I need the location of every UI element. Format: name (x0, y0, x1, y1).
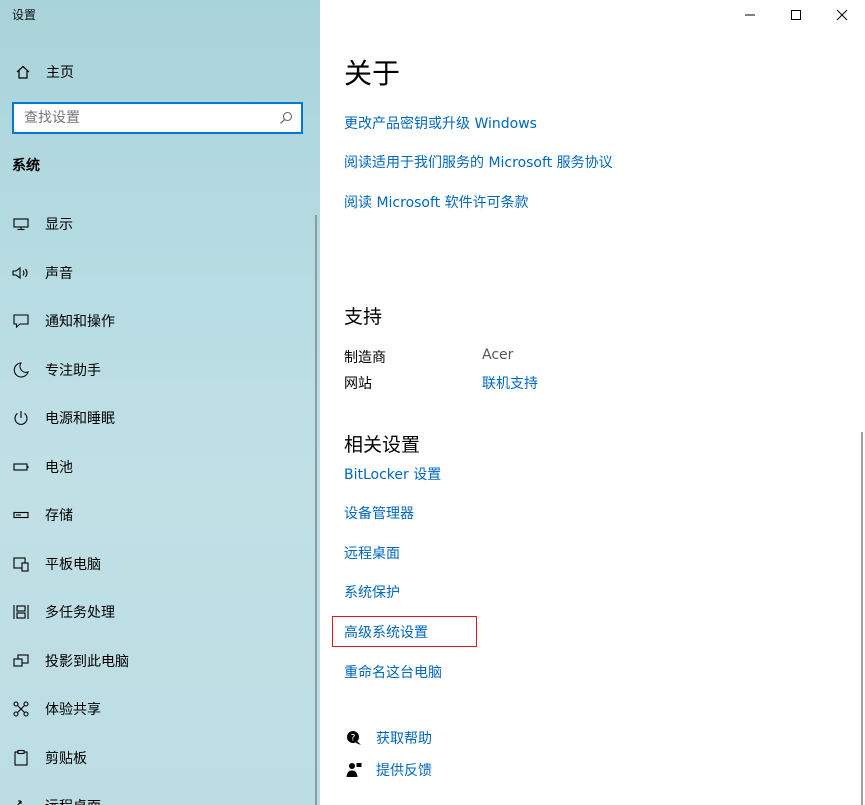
close-icon (836, 9, 848, 21)
sidebar: 设置 主页 系统 显示 声音 通知和操作 (0, 0, 320, 805)
sidebar-item-label: 剪贴板 (45, 750, 87, 767)
remote-desktop-icon (10, 795, 32, 805)
multitask-icon (10, 601, 32, 623)
search-box[interactable] (12, 102, 303, 134)
notification-icon (10, 310, 32, 332)
sidebar-item-tablet[interactable]: 平板电脑 (0, 540, 320, 589)
change-product-key-link[interactable]: 更改产品密钥或升级 Windows (344, 113, 537, 133)
services-agreement-link[interactable]: 阅读适用于我们服务的 Microsoft 服务协议 (344, 152, 613, 172)
sidebar-item-label: 显示 (45, 217, 73, 234)
maximize-button[interactable] (773, 0, 819, 30)
support-heading: 支持 (344, 306, 383, 328)
main-scrollbar[interactable] (861, 432, 863, 805)
sidebar-item-sound[interactable]: 声音 (0, 249, 320, 298)
sidebar-item-label: 声音 (45, 265, 73, 282)
maximize-icon (791, 10, 801, 20)
sidebar-item-display[interactable]: 显示 (0, 200, 320, 249)
tablet-icon (10, 553, 32, 575)
related-settings-heading: 相关设置 (344, 434, 421, 456)
highlight-box (332, 616, 477, 647)
sidebar-item-battery[interactable]: 电池 (0, 443, 320, 492)
app-title: 设置 (12, 8, 37, 22)
get-help-label: 获取帮助 (376, 731, 432, 747)
home-nav-item[interactable]: 主页 (12, 60, 74, 84)
system-protection-link[interactable]: 系统保护 (344, 582, 400, 602)
sidebar-item-label: 专注助手 (45, 362, 101, 379)
manufacturer-value: Acer (482, 347, 514, 363)
home-label: 主页 (46, 65, 74, 81)
sidebar-item-notifications[interactable]: 通知和操作 (0, 297, 320, 346)
feedback-person-icon (344, 760, 364, 780)
sidebar-item-focus-assist[interactable]: 专注助手 (0, 346, 320, 395)
battery-icon (10, 456, 32, 478)
sidebar-item-label: 多任务处理 (45, 605, 115, 622)
sidebar-item-clipboard[interactable]: 剪贴板 (0, 734, 320, 783)
window-controls (727, 0, 865, 30)
sidebar-item-storage[interactable]: 存储 (0, 491, 320, 540)
page-title: 关于 (344, 57, 401, 90)
sidebar-item-remote-desktop[interactable]: 远程桌面 (0, 782, 320, 805)
search-icon[interactable] (271, 111, 301, 125)
svg-text:?: ? (351, 734, 356, 744)
sidebar-nav: 显示 声音 通知和操作 专注助手 电源和睡眠 电池 存储 平板电脑 多任务处理 … (0, 200, 320, 805)
remote-desktop-link[interactable]: 远程桌面 (344, 543, 400, 563)
monitor-icon (10, 213, 32, 235)
device-manager-link[interactable]: 设备管理器 (344, 503, 414, 523)
license-terms-link[interactable]: 阅读 Microsoft 软件许可条款 (344, 192, 529, 212)
manufacturer-label: 制造商 (344, 350, 386, 366)
feedback-label: 提供反馈 (376, 763, 432, 779)
sidebar-scrollbar[interactable] (315, 215, 317, 805)
bitlocker-settings-link[interactable]: BitLocker 设置 (344, 464, 441, 484)
minimize-icon (745, 14, 755, 16)
rename-pc-link[interactable]: 重命名这台电脑 (344, 662, 442, 682)
home-icon (12, 64, 34, 80)
share-icon (10, 698, 32, 720)
sidebar-item-project-to-pc[interactable]: 投影到此电脑 (0, 637, 320, 686)
speaker-icon (10, 262, 32, 284)
sidebar-item-label: 存储 (45, 508, 73, 525)
sidebar-item-label: 体验共享 (45, 702, 101, 719)
online-support-link[interactable]: 联机支持 (482, 373, 538, 393)
sidebar-item-label: 投影到此电脑 (45, 653, 129, 670)
sidebar-item-power-sleep[interactable]: 电源和睡眠 (0, 394, 320, 443)
website-label: 网站 (344, 376, 372, 392)
section-title-system: 系统 (12, 158, 40, 174)
storage-icon (10, 504, 32, 526)
project-icon (10, 650, 32, 672)
sidebar-item-shared-experiences[interactable]: 体验共享 (0, 685, 320, 734)
minimize-button[interactable] (727, 0, 773, 30)
sidebar-item-label: 平板电脑 (45, 556, 101, 573)
feedback-link[interactable]: 提供反馈 (344, 760, 432, 780)
sidebar-item-label: 电源和睡眠 (45, 411, 115, 428)
sidebar-item-multitasking[interactable]: 多任务处理 (0, 588, 320, 637)
search-input[interactable] (14, 104, 271, 132)
main-content: 关于 更改产品密钥或升级 Windows 阅读适用于我们服务的 Microsof… (320, 0, 865, 805)
help-chat-icon: ? (344, 728, 364, 748)
close-button[interactable] (819, 0, 865, 30)
sidebar-item-label: 通知和操作 (45, 314, 115, 331)
sidebar-item-label: 远程桌面 (45, 796, 101, 805)
sidebar-item-label: 电池 (45, 459, 73, 476)
moon-icon (10, 359, 32, 381)
get-help-link[interactable]: ? 获取帮助 (344, 728, 432, 748)
clipboard-icon (10, 747, 32, 769)
power-icon (10, 407, 32, 429)
